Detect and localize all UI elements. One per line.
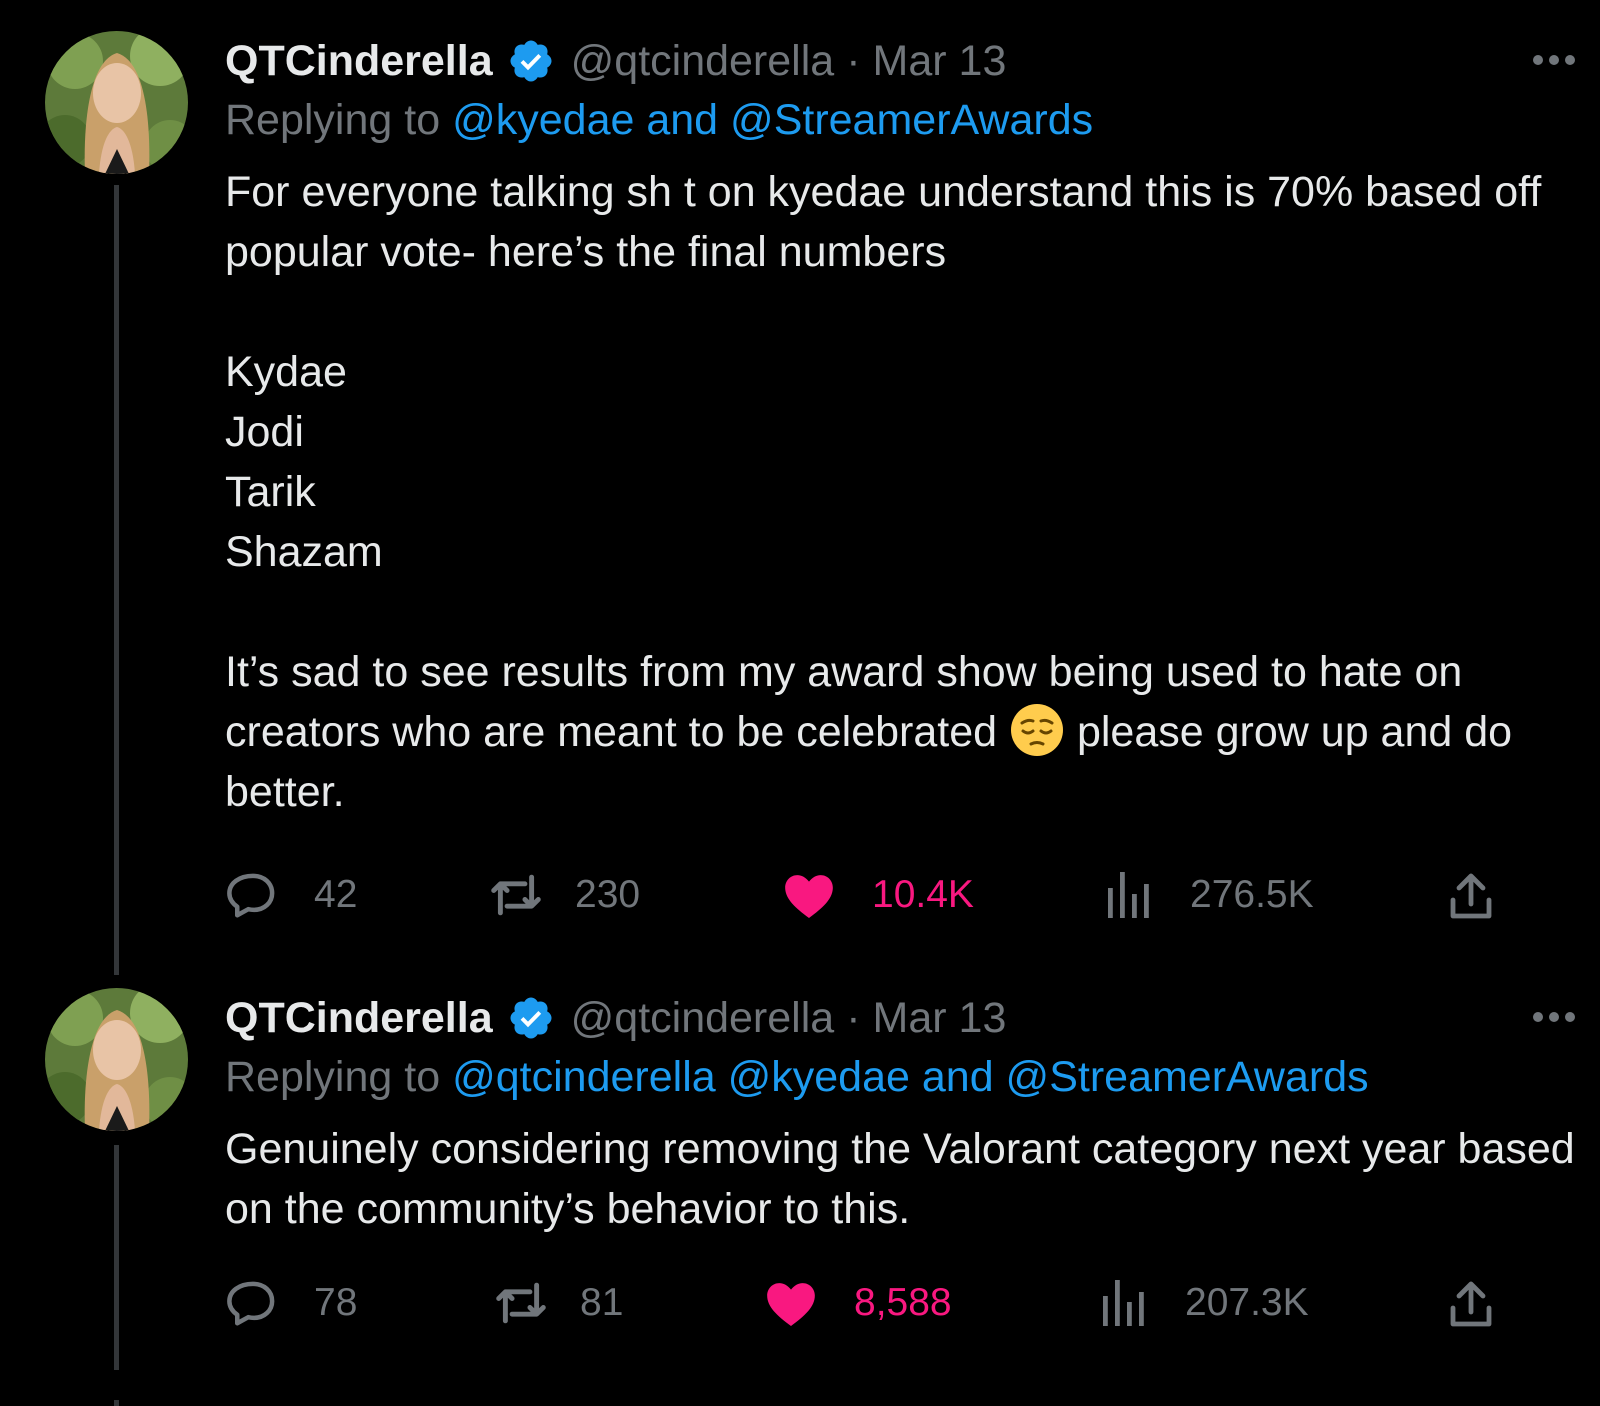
like-button[interactable]: 8,588 (765, 1273, 952, 1333)
list-item: Kydae (225, 348, 347, 396)
retweet-count: 230 (575, 873, 641, 916)
views-button[interactable]: 207.3K (1101, 1273, 1309, 1333)
tweet-date[interactable]: Mar 13 (873, 37, 1007, 86)
tweet-date[interactable]: Mar 13 (873, 994, 1007, 1043)
thread-connector (114, 185, 119, 975)
list-item: Jodi (225, 408, 304, 456)
replying-prefix: Replying to (225, 96, 441, 144)
retweet-count: 81 (580, 1281, 624, 1324)
author-display-name[interactable]: QTCinderella (225, 994, 493, 1043)
reply-icon (227, 873, 275, 918)
replying-to-links[interactable]: @qtcinderella @kyedae and @StreamerAward… (452, 1053, 1369, 1101)
like-count: 10.4K (872, 873, 974, 916)
replying-to-links[interactable]: @kyedae and @StreamerAwards (452, 96, 1093, 144)
replying-to: Replying to @qtcinderella @kyedae and @S… (225, 1053, 1369, 1102)
reply-count: 42 (314, 873, 358, 916)
tweet-paragraph: It’s sad to see results from my award sh… (225, 642, 1585, 822)
tweet-header: QTCinderella @qtcinderella · Mar 13 (225, 988, 1006, 1048)
separator-dot: · (846, 993, 861, 1042)
views-chart-icon (1103, 1280, 1144, 1326)
author-handle[interactable]: @qtcinderella (571, 994, 835, 1043)
separator-dot: · (846, 36, 861, 85)
retweet-icon (491, 874, 541, 916)
tweet-header: QTCinderella @qtcinderella · Mar 13 (225, 31, 1006, 91)
tweet-text: For everyone talking sh t on kyedae unde… (225, 162, 1585, 822)
views-chart-icon (1108, 872, 1149, 918)
tweet[interactable]: QTCinderella @qtcinderella · Mar 13 Repl… (0, 957, 1600, 1406)
retweet-button[interactable]: 230 (487, 865, 640, 925)
share-icon (1450, 1281, 1492, 1327)
more-horizontal-icon[interactable] (1530, 52, 1578, 68)
list-item: Tarik (225, 468, 316, 516)
author-handle[interactable]: @qtcinderella (571, 37, 835, 86)
view-count: 276.5K (1190, 873, 1314, 916)
thread-connector (114, 1400, 119, 1406)
retweet-icon (496, 1282, 546, 1324)
share-button[interactable] (1447, 865, 1495, 925)
share-button[interactable] (1447, 1273, 1495, 1333)
tweet-actions: 78 81 8,588 207.3K (0, 1273, 1600, 1333)
reply-button[interactable]: 78 (226, 1273, 357, 1333)
more-horizontal-icon[interactable] (1530, 1009, 1578, 1025)
view-count: 207.3K (1185, 1281, 1309, 1324)
tweet-text: Genuinely considering removing the Valor… (225, 1119, 1585, 1239)
author-avatar[interactable] (45, 988, 188, 1131)
replying-prefix: Replying to (225, 1053, 441, 1101)
tweet-paragraph: For everyone talking sh t on kyedae unde… (225, 168, 1542, 276)
reply-icon (227, 1281, 275, 1326)
verified-badge-icon (507, 37, 555, 85)
views-button[interactable]: 276.5K (1106, 865, 1314, 925)
tweet-actions: 42 230 10.4K 276.5K (0, 865, 1600, 925)
reply-count: 78 (314, 1281, 358, 1324)
thread-connector (114, 1145, 119, 1370)
replying-to: Replying to @kyedae and @StreamerAwards (225, 96, 1093, 145)
like-count: 8,588 (854, 1281, 952, 1324)
author-display-name[interactable]: QTCinderella (225, 37, 493, 86)
list-item: Shazam (225, 528, 383, 576)
verified-badge-icon (507, 994, 555, 1042)
heart-icon (785, 875, 833, 918)
tweet-paragraph: Genuinely considering removing the Valor… (225, 1125, 1575, 1233)
reply-button[interactable]: 42 (226, 865, 357, 925)
author-avatar[interactable] (45, 31, 188, 174)
retweet-button[interactable]: 81 (492, 1273, 623, 1333)
like-button[interactable]: 10.4K (783, 865, 974, 925)
tweet[interactable]: QTCinderella @qtcinderella · Mar 13 Repl… (0, 0, 1600, 975)
pensive-face-emoji (1009, 702, 1065, 758)
share-icon (1450, 873, 1492, 919)
heart-icon (767, 1283, 815, 1326)
